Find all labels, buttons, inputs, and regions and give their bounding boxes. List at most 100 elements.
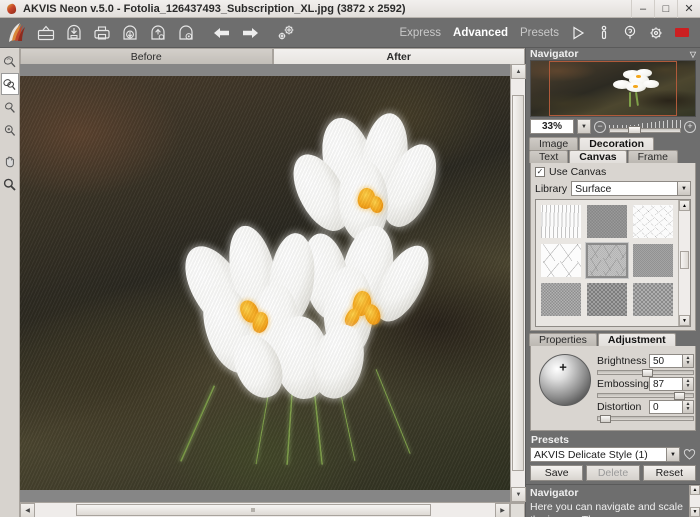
scroll-down-icon[interactable]: ▼ [679,315,690,326]
resize-grip[interactable] [510,503,525,517]
texture-weave-light[interactable] [632,282,674,317]
texture-vertical-lines[interactable] [540,204,582,239]
texture-large-crackle[interactable] [540,243,582,278]
texture-scroll-track[interactable] [679,211,690,315]
texture-scroll-thumb[interactable] [680,250,689,270]
redo-arrow-icon[interactable] [237,20,263,46]
tab-frame[interactable]: Frame [627,150,678,163]
brightness-track[interactable] [597,369,694,377]
distortion-thumb[interactable] [599,415,611,423]
smudge-tool[interactable] [1,96,19,118]
chevron-down-icon[interactable]: ▽ [690,50,696,59]
tab-text[interactable]: Text [529,150,569,163]
history-brush-tool[interactable] [0,73,19,95]
presets-header: Presets [530,433,696,446]
scroll-up-icon[interactable]: ▲ [679,200,690,211]
image-canvas[interactable] [20,64,510,502]
texture-coarse-canvas[interactable] [540,282,582,317]
zoom-slider[interactable] [609,119,681,134]
texture-weave-dark[interactable] [586,282,628,317]
print-image-icon[interactable] [89,20,115,46]
navigator-thumbnail[interactable] [530,60,696,117]
zoom-value-input[interactable]: 33% [530,119,574,134]
texture-fine-noise[interactable] [586,204,628,239]
tab-decoration[interactable]: Decoration [579,137,655,150]
exit-red-icon[interactable] [669,20,695,46]
texture-grain[interactable] [632,243,674,278]
zoom-in-button[interactable]: + [684,120,696,133]
zoom-slider-track[interactable] [609,127,681,133]
mode-advanced[interactable]: Advanced [447,25,514,41]
about-info-icon[interactable] [591,20,617,46]
save-image-icon[interactable] [61,20,87,46]
embossing-thumb[interactable] [673,392,685,400]
brightness-input[interactable]: 50 [648,354,683,368]
use-canvas-checkbox[interactable]: ✓ [535,167,545,177]
vscroll-track[interactable] [511,79,525,487]
distortion-track[interactable] [597,415,694,423]
tab-before[interactable]: Before [20,48,273,64]
vscroll-thumb[interactable] [512,95,524,471]
library-select[interactable]: Surface ▼ [571,181,691,196]
zoom-magnifier-tool[interactable] [1,173,19,195]
tab-adjustment[interactable]: Adjustment [597,333,676,346]
scroll-right-icon[interactable]: ▶ [495,503,510,517]
hints-scroll-track[interactable] [690,495,700,507]
heart-outline-icon[interactable] [683,448,696,461]
brightness-thumb[interactable] [641,369,653,377]
transform-tool[interactable] [1,119,19,141]
hscroll-thumb[interactable] [76,504,431,516]
scroll-down-icon[interactable]: ▼ [690,507,700,517]
navigator-view-frame[interactable] [549,61,677,116]
hints-scrollbar[interactable]: ▲ ▼ [689,485,700,517]
reset-preset-button[interactable]: Reset [642,465,696,481]
light-direction-sphere[interactable]: + [539,354,591,406]
chevron-down-icon[interactable]: ▼ [666,448,679,461]
brightness-stepper[interactable]: ▲ ▼ [682,354,694,368]
zoom-slider-thumb[interactable] [627,125,641,134]
undo-arrow-icon[interactable] [209,20,235,46]
tab-properties[interactable]: Properties [529,333,597,346]
preferences-gears-icon[interactable] [273,20,299,46]
texture-rough-stone[interactable] [585,242,629,279]
help-question-icon[interactable] [617,20,643,46]
light-marker[interactable]: + [559,361,567,374]
chevron-down-icon[interactable]: ▼ [677,182,690,195]
zoom-out-button[interactable]: − [594,120,606,133]
zoom-dropdown-icon[interactable]: ▼ [577,119,591,134]
batch-process-icon[interactable] [173,20,199,46]
distortion-stepper[interactable]: ▲ ▼ [682,400,694,414]
import-preset-icon[interactable] [117,20,143,46]
save-preset-button[interactable]: Save [530,465,584,481]
texture-gallery-scrollbar[interactable]: ▲ ▼ [678,200,690,326]
run-play-icon[interactable] [565,20,591,46]
hscroll-track[interactable] [35,503,495,517]
neon-brush-tool[interactable] [1,50,19,72]
tab-canvas[interactable]: Canvas [569,150,627,163]
preset-select[interactable]: AKVIS Delicate Style (1) ▼ [530,447,680,462]
open-image-icon[interactable] [33,20,59,46]
scroll-up-icon[interactable]: ▲ [690,485,700,495]
texture-small-crackle[interactable] [632,204,674,239]
close-button[interactable]: ✕ [677,0,700,18]
mode-presets[interactable]: Presets [514,25,565,41]
tab-image[interactable]: Image [529,137,579,150]
maximize-button[interactable]: □ [654,0,677,18]
texture-gallery[interactable]: ▲ ▼ [535,199,691,327]
use-canvas-row[interactable]: ✓ Use Canvas [535,166,691,178]
tab-after[interactable]: After [272,48,525,64]
scroll-up-icon[interactable]: ▲ [511,64,526,79]
minimize-button[interactable]: – [631,0,654,18]
export-preset-icon[interactable] [145,20,171,46]
canvas-horizontal-scrollbar[interactable]: ◀ ▶ [20,502,525,517]
distortion-input[interactable]: 0 [648,400,683,414]
hand-tool[interactable] [1,150,19,172]
embossing-stepper[interactable]: ▲ ▼ [682,377,694,391]
settings-gear-icon[interactable] [643,20,669,46]
canvas-vertical-scrollbar[interactable]: ▲ ▼ [510,64,526,502]
embossing-input[interactable]: 87 [648,377,683,391]
scroll-left-icon[interactable]: ◀ [20,503,35,517]
embossing-track[interactable] [597,392,694,400]
scroll-down-icon[interactable]: ▼ [511,487,526,502]
mode-express[interactable]: Express [393,25,447,41]
